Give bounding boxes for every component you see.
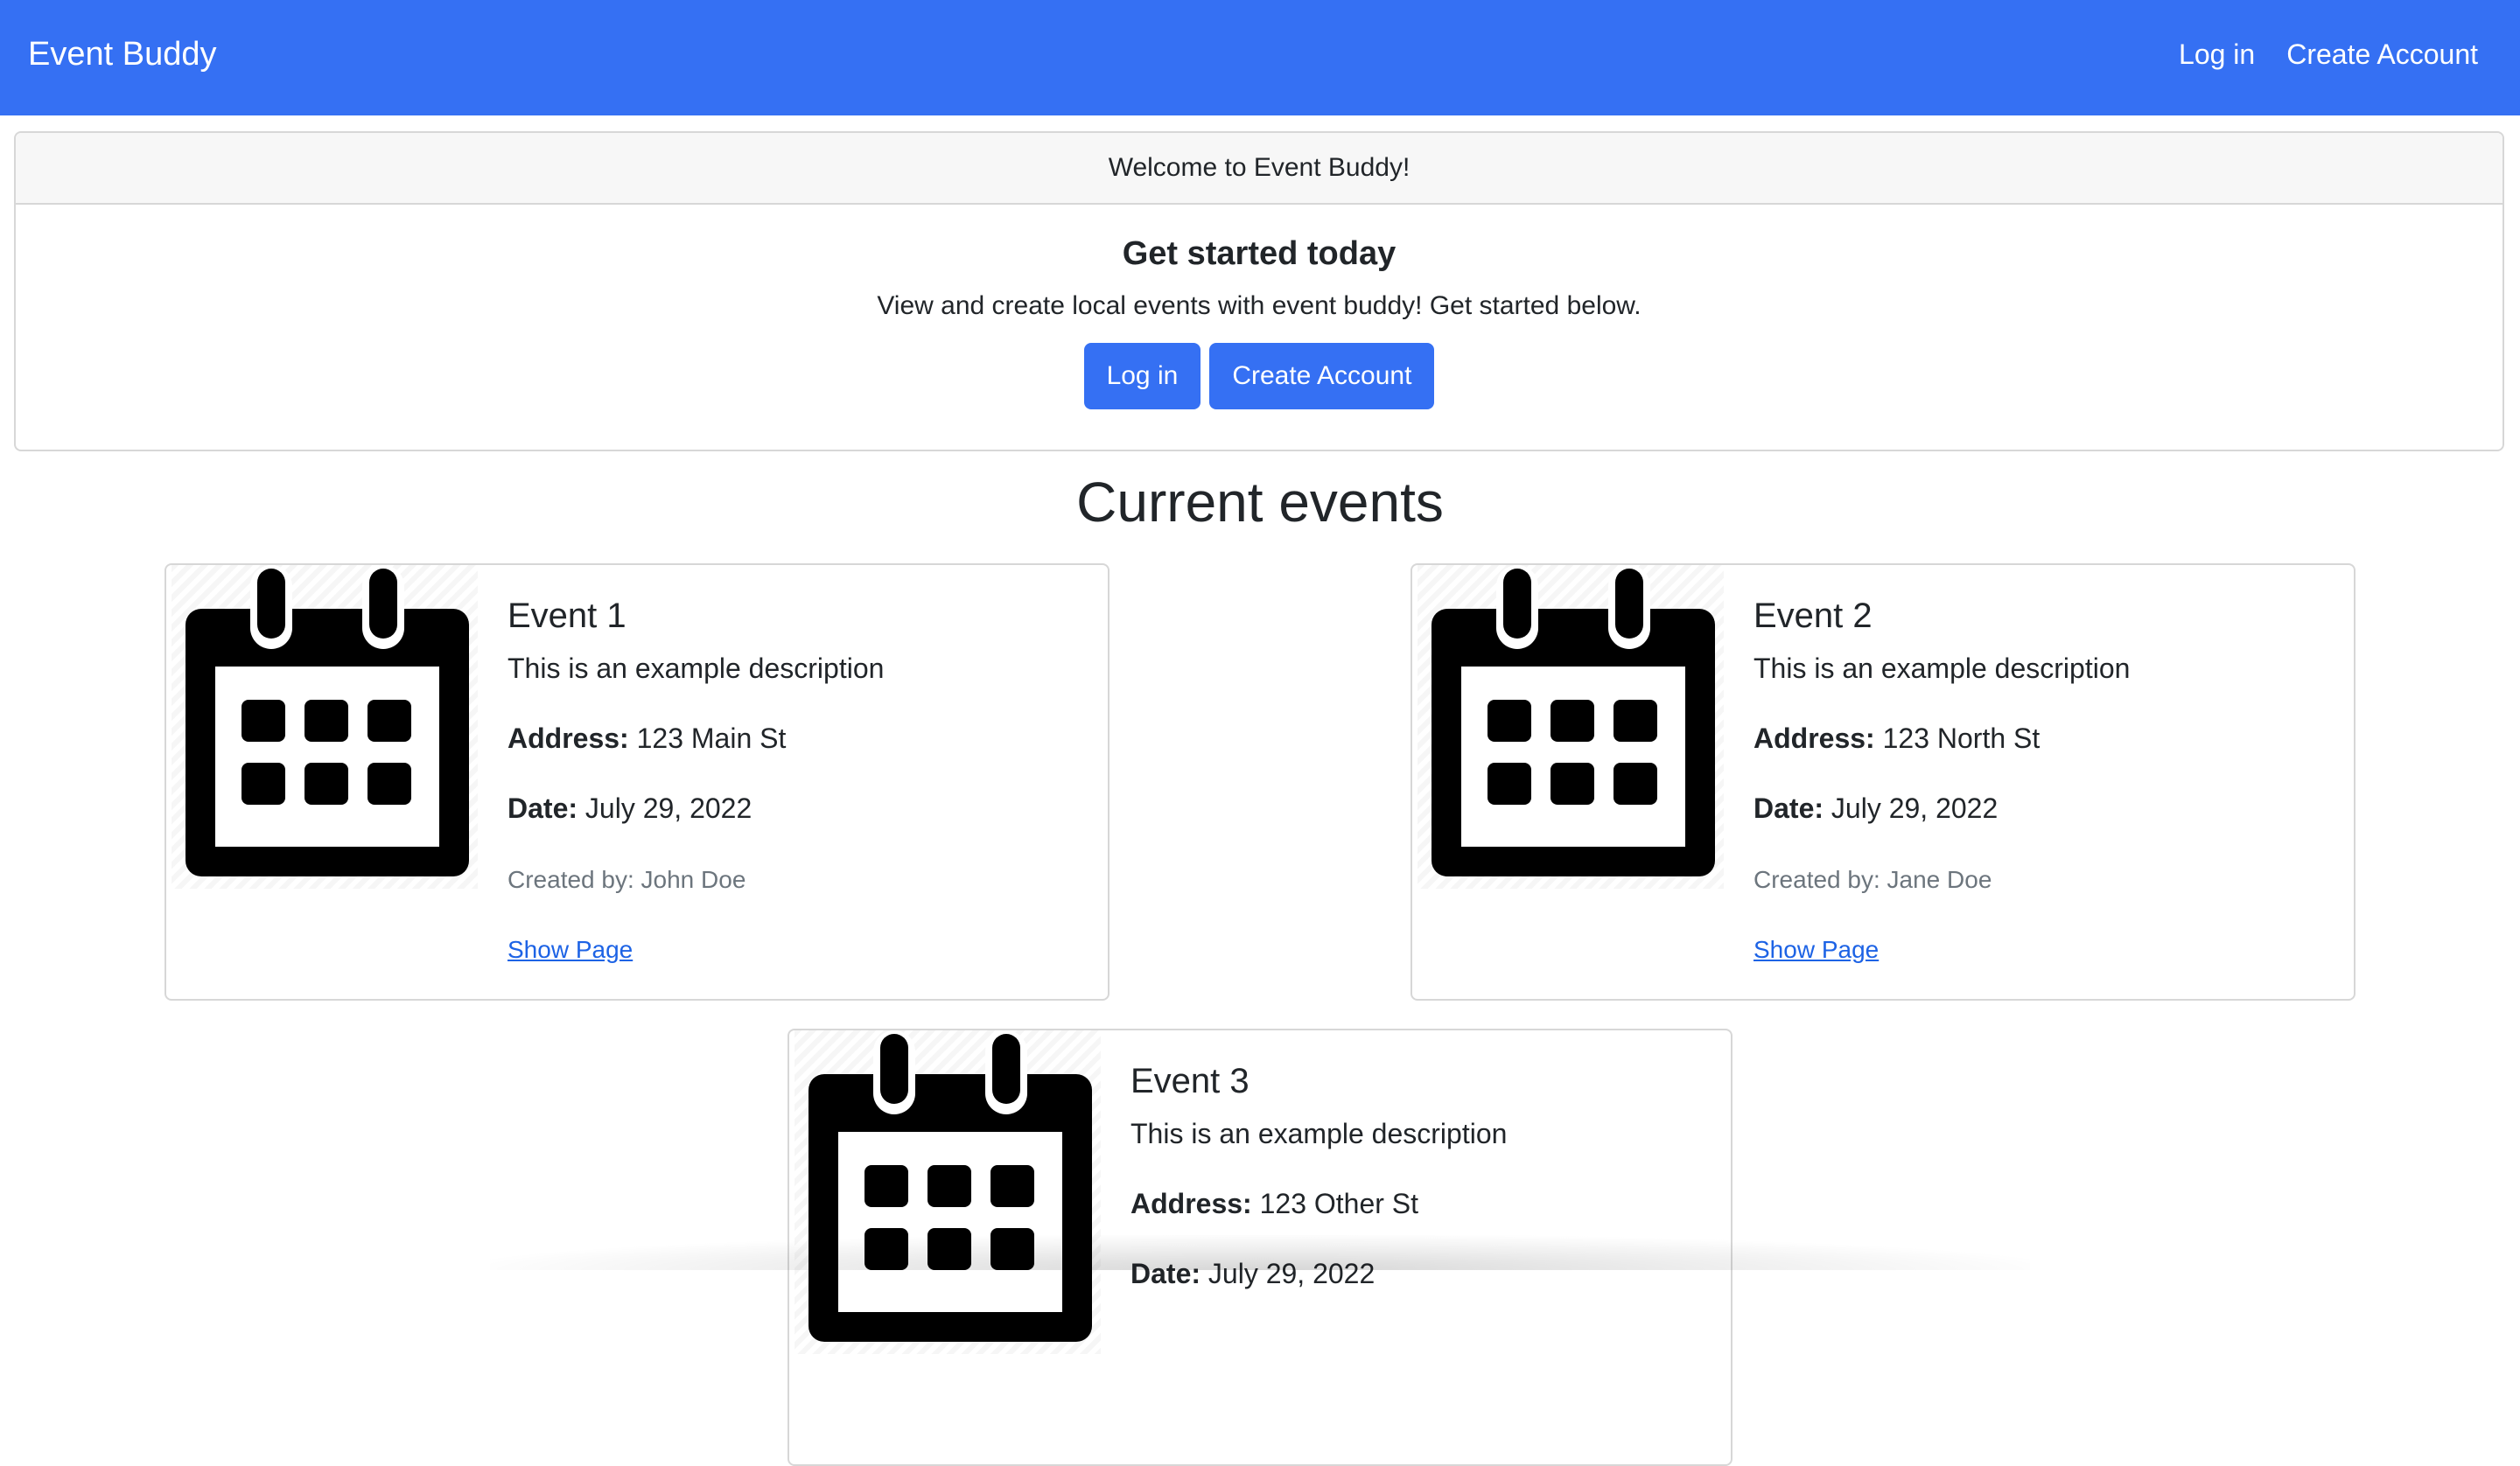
navbar-brand[interactable]: Event Buddy — [28, 31, 216, 77]
date-value: July 29, 2022 — [1830, 792, 1998, 824]
section-title-current-events: Current events — [1076, 471, 1444, 534]
event-thumbnail — [794, 1030, 1101, 1354]
welcome-title: Get started today — [1122, 235, 1396, 272]
event-description: This is an example description — [1754, 653, 2131, 684]
event-address: Address: 123 Main St — [508, 719, 786, 757]
event-thumbnail — [1418, 565, 1724, 889]
navbar: Event Buddy Log in Create Account — [0, 0, 2520, 115]
date-label: Date: — [508, 792, 578, 824]
welcome-text: View and create local events with event … — [877, 291, 1642, 320]
event-card: Event 1 This is an example description A… — [164, 563, 1110, 1001]
welcome-card: Welcome to Event Buddy! Get started toda… — [14, 131, 2504, 451]
address-label: Address: — [1130, 1188, 1252, 1219]
login-button[interactable]: Log in — [1083, 343, 1201, 409]
event-date: Date: July 29, 2022 — [1130, 1254, 1375, 1293]
nav-link-create-account[interactable]: Create Account — [2286, 31, 2478, 77]
date-value: July 29, 2022 — [584, 792, 752, 824]
event-created-by: Created by: John Doe — [508, 866, 746, 893]
navbar-links: Log in Create Account — [2179, 31, 2478, 77]
date-value: July 29, 2022 — [1208, 1258, 1376, 1289]
date-label: Date: — [1130, 1258, 1201, 1289]
welcome-card-body: Get started today View and create local … — [16, 234, 2502, 409]
event-address: Address: 123 Other St — [1130, 1184, 1418, 1223]
address-label: Address: — [1754, 723, 1875, 754]
address-value: 123 Main St — [636, 723, 787, 754]
address-value: 123 Other St — [1259, 1188, 1419, 1219]
show-page-link[interactable]: Show Page — [508, 932, 633, 967]
calendar-icon — [808, 1030, 1092, 1342]
address-label: Address: — [508, 723, 629, 754]
event-thumbnail — [172, 565, 478, 889]
show-page-link[interactable]: Show Page — [1754, 932, 1879, 967]
event-address: Address: 123 North St — [1754, 719, 2040, 757]
event-description: This is an example description — [508, 653, 885, 684]
event-description: This is an example description — [1130, 1118, 1508, 1149]
event-card: Event 3 This is an example description A… — [788, 1029, 1732, 1466]
event-date: Date: July 29, 2022 — [1754, 789, 1998, 827]
event-title: Event 1 — [508, 597, 626, 635]
address-value: 123 North St — [1882, 723, 2040, 754]
date-label: Date: — [1754, 792, 1824, 824]
calendar-icon — [1432, 565, 1715, 876]
calendar-icon — [186, 565, 469, 876]
event-title: Event 2 — [1754, 597, 1872, 635]
create-account-button[interactable]: Create Account — [1209, 343, 1435, 409]
event-created-by: Created by: Jane Doe — [1754, 866, 1992, 893]
nav-link-login[interactable]: Log in — [2179, 31, 2255, 77]
event-title: Event 3 — [1130, 1062, 1250, 1100]
event-card: Event 2 This is an example description A… — [1410, 563, 2356, 1001]
event-date: Date: July 29, 2022 — [508, 789, 752, 827]
welcome-card-header: Welcome to Event Buddy! — [16, 133, 2502, 205]
welcome-buttons: Log in Create Account — [16, 343, 2502, 409]
